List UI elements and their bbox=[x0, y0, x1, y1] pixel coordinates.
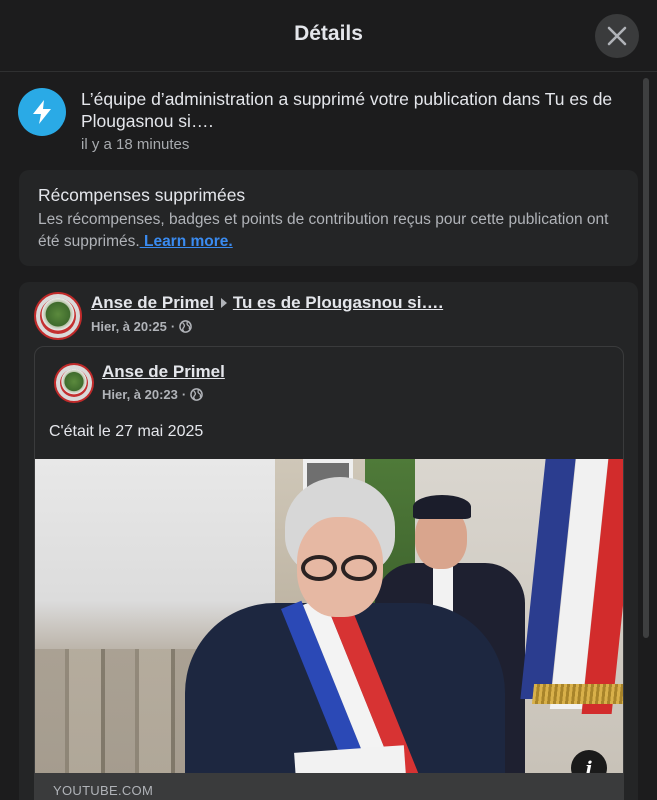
notification-text: L’équipe d’administration a supprimé vot… bbox=[81, 89, 613, 131]
scrollbar[interactable] bbox=[643, 78, 649, 638]
shared-author-link[interactable]: Anse de Primel bbox=[102, 362, 225, 381]
rewards-description: Les récompenses, badges et points de con… bbox=[38, 209, 619, 253]
post-time[interactable]: Hier, à 20:25 bbox=[91, 319, 167, 334]
dialog-title: Détails bbox=[294, 22, 363, 45]
video-thumbnail[interactable]: i bbox=[35, 459, 623, 773]
globe-icon bbox=[179, 320, 193, 333]
dialog-header: Détails bbox=[0, 0, 657, 72]
post-card: Anse de Primel Tu es de Plougasnou si…. H… bbox=[19, 282, 638, 800]
shared-meta-separator: · bbox=[181, 387, 187, 402]
page-logo-icon bbox=[40, 298, 76, 334]
shared-caption: C'était le 27 mai 2025 bbox=[49, 423, 204, 440]
rewards-removed-box: Récompenses supprimées Les récompenses, … bbox=[19, 170, 638, 266]
learn-more-link[interactable]: Learn more. bbox=[140, 233, 233, 250]
notification-time: il y a 18 minutes bbox=[81, 136, 190, 153]
meta-separator: · bbox=[170, 319, 176, 334]
shared-post[interactable]: Anse de Primel Hier, à 20:23 · C'était l… bbox=[34, 346, 624, 800]
link-preview-bar[interactable]: YOUTUBE.COM bbox=[35, 773, 623, 800]
arrow-right-icon bbox=[220, 298, 227, 309]
rewards-description-text: Les récompenses, badges et points de con… bbox=[38, 211, 609, 250]
close-icon bbox=[607, 26, 627, 46]
post-author-line: Anse de Primel Tu es de Plougasnou si…. bbox=[91, 293, 443, 313]
link-domain: YOUTUBE.COM bbox=[53, 783, 154, 798]
rewards-title: Récompenses supprimées bbox=[38, 185, 246, 205]
lightning-icon bbox=[18, 88, 66, 136]
group-link[interactable]: Tu es de Plougasnou si…. bbox=[233, 293, 443, 312]
photo-flag bbox=[513, 459, 623, 719]
globe-icon bbox=[190, 388, 204, 401]
avatar[interactable] bbox=[34, 292, 82, 340]
shared-author-line: Anse de Primel bbox=[102, 362, 225, 382]
post-author-link[interactable]: Anse de Primel bbox=[91, 293, 214, 312]
shared-time[interactable]: Hier, à 20:23 bbox=[102, 387, 178, 402]
photo-woman bbox=[185, 477, 505, 773]
page-logo-icon bbox=[60, 369, 88, 397]
shared-avatar[interactable] bbox=[54, 363, 94, 403]
shared-meta: Hier, à 20:23 · bbox=[102, 387, 204, 402]
close-button[interactable] bbox=[595, 14, 639, 58]
post-meta: Hier, à 20:25 · bbox=[91, 319, 193, 334]
